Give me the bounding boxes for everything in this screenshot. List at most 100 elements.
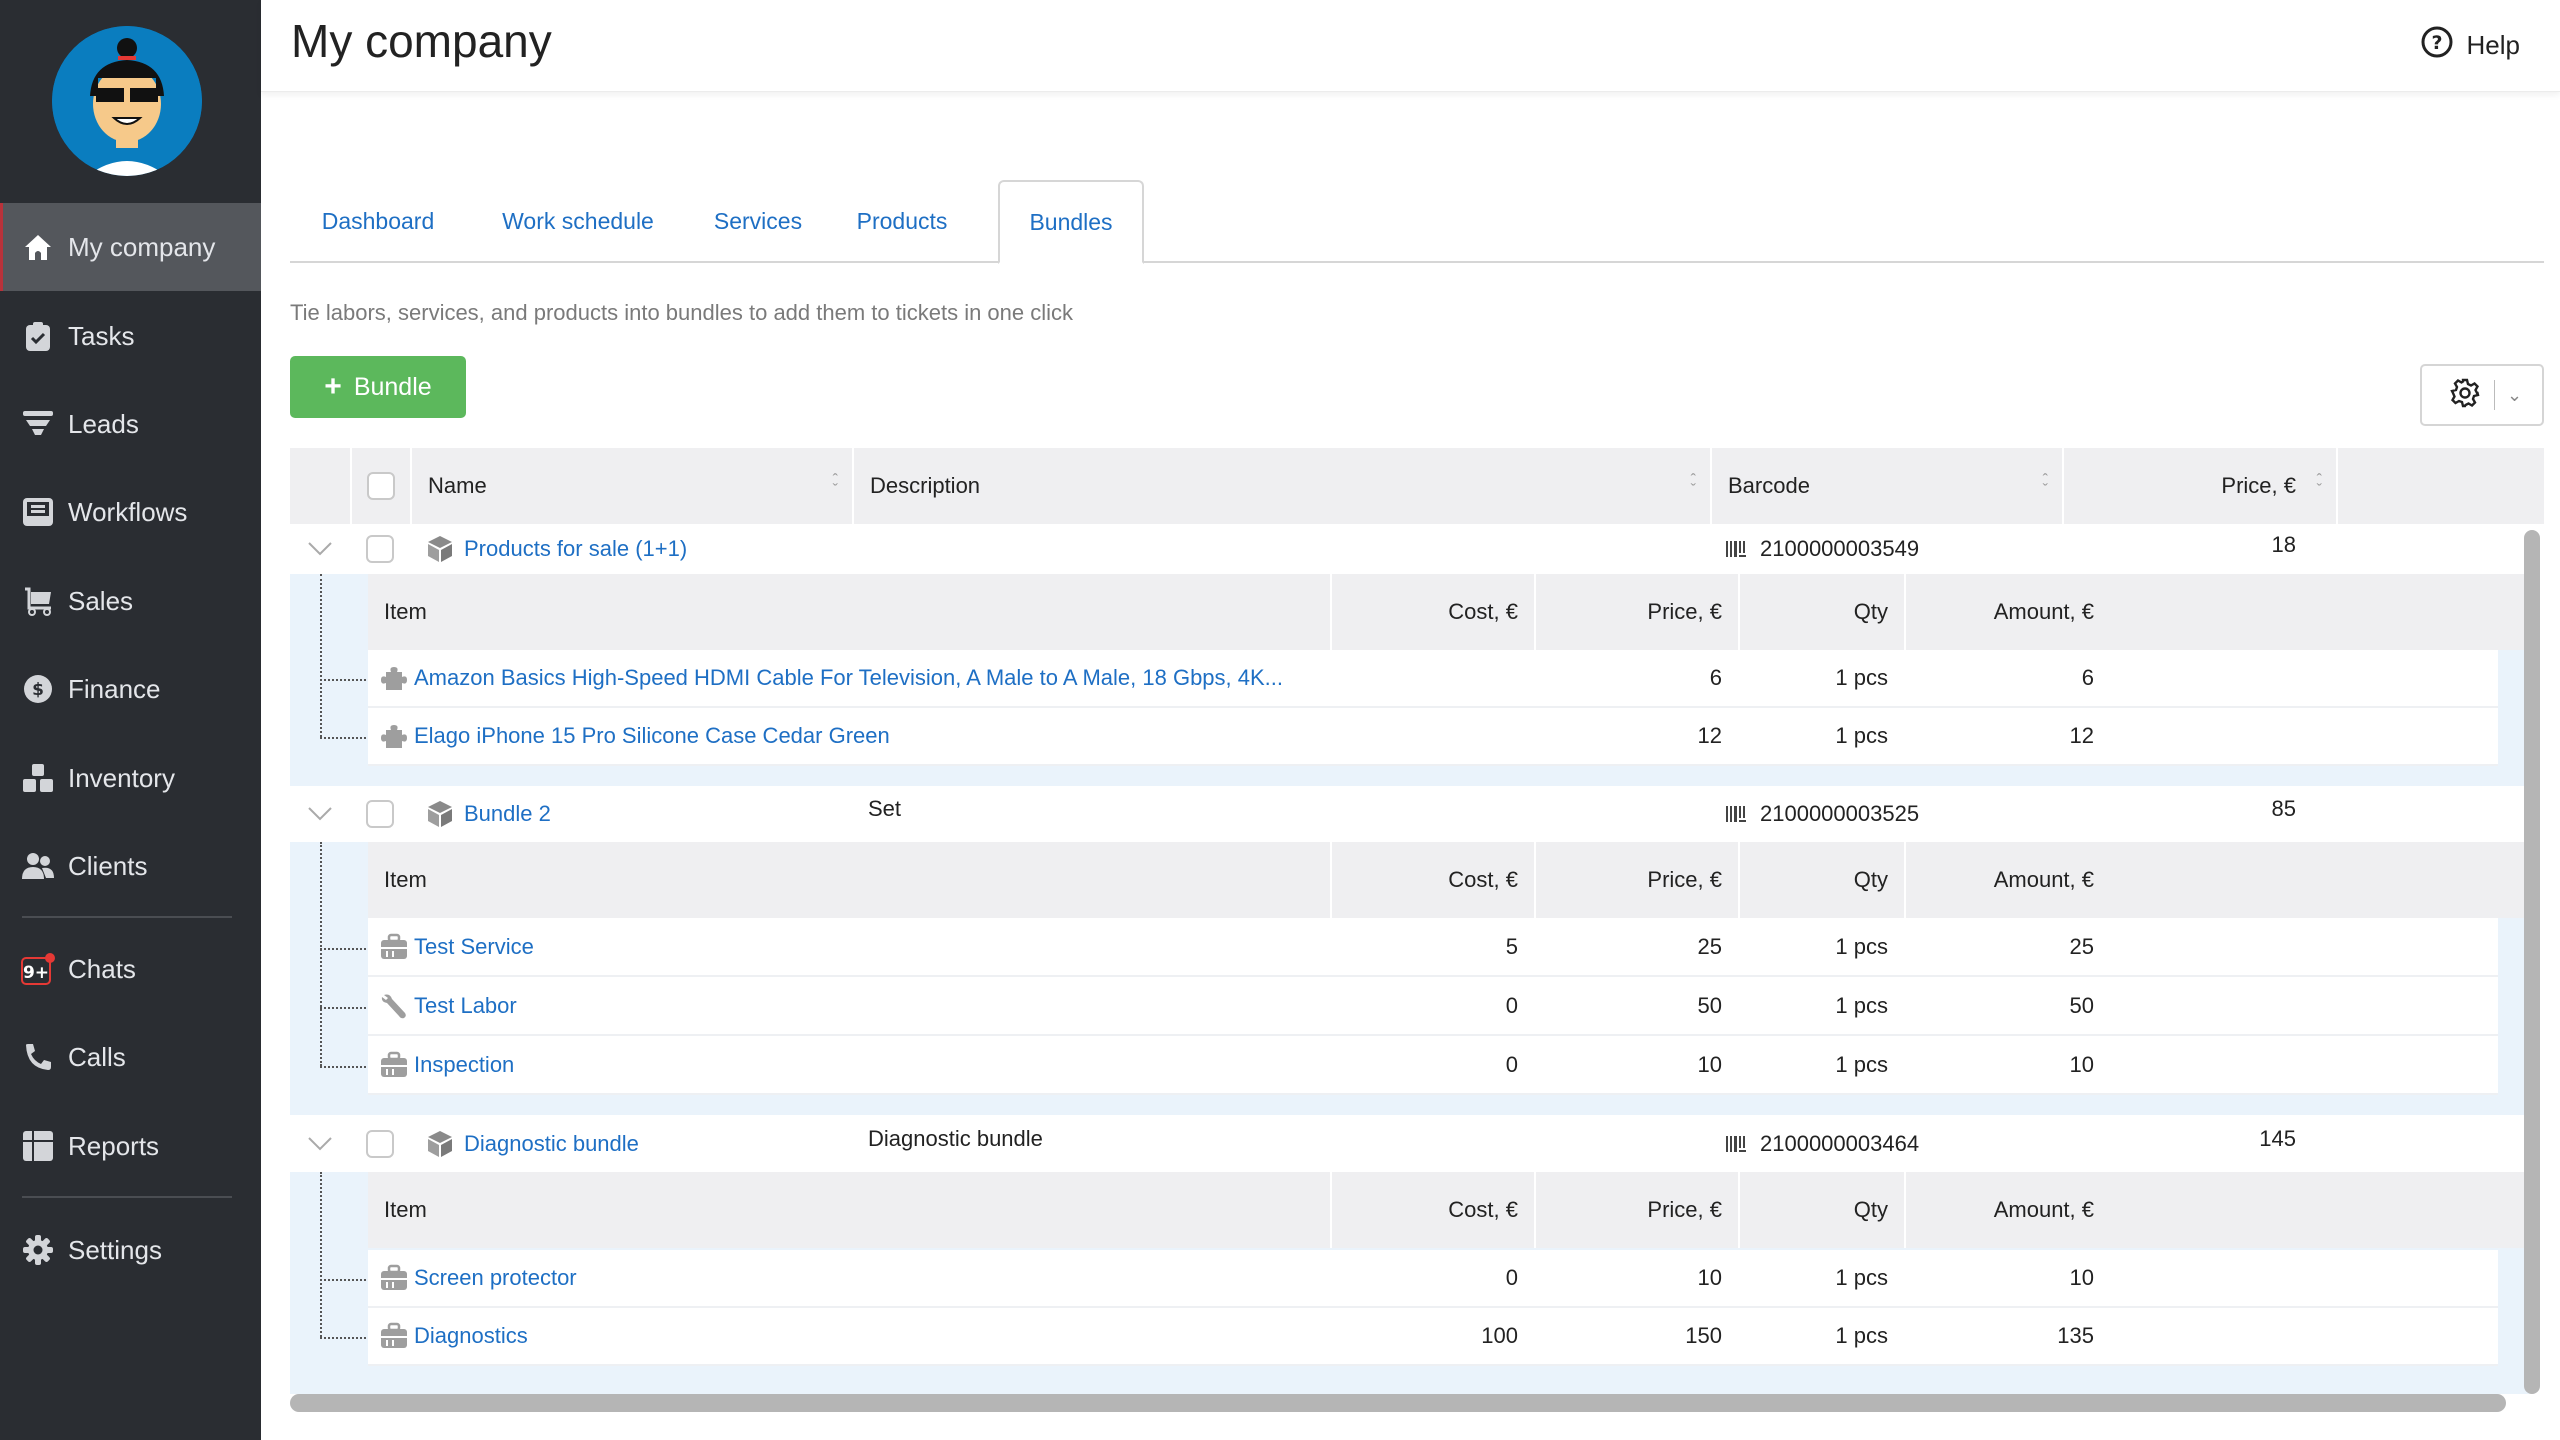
sidebar-item-finance[interactable]: $ Finance — [0, 645, 261, 733]
bundle-price: 145 — [2259, 1126, 2296, 1151]
sidebar-item-my-company[interactable]: My company — [0, 203, 261, 291]
sidebar-item-settings[interactable]: Settings — [0, 1206, 261, 1294]
sidebar-item-label: My company — [68, 231, 216, 262]
tree-connector — [320, 737, 366, 739]
tree-connector — [320, 1172, 322, 1337]
item-name-link[interactable]: Test Labor — [414, 993, 517, 1019]
expand-toggle[interactable] — [290, 524, 350, 574]
select-all-checkbox[interactable] — [367, 472, 395, 500]
sub-column-header-amount: Amount, € — [1904, 574, 2110, 650]
bundle-item-row[interactable]: Inspection 0 10 1 pcs 10 — [368, 1036, 2498, 1095]
tab-services[interactable]: Services — [690, 180, 826, 263]
phone-icon — [20, 1039, 56, 1075]
row-checkbox[interactable] — [366, 1130, 394, 1158]
expand-toggle[interactable] — [290, 786, 350, 842]
bundle-item-row[interactable]: Elago iPhone 15 Pro Silicone Case Cedar … — [368, 708, 2498, 766]
sidebar-item-tasks[interactable]: Tasks — [0, 292, 261, 380]
bundle-row[interactable]: Diagnostic bundle Diagnostic bundle 2100… — [290, 1116, 2544, 1172]
item-name-cell: Screen protector — [380, 1250, 1320, 1306]
bundle-item-row[interactable]: Screen protector 0 10 1 pcs 10 — [368, 1250, 2498, 1308]
page-header: My company ? Help — [261, 0, 2560, 92]
item-name-link[interactable]: Test Service — [414, 934, 534, 960]
item-name-link[interactable]: Amazon Basics High-Speed HDMI Cable For … — [414, 665, 1283, 691]
item-price: 6 — [1709, 665, 1722, 690]
bundle-item-row[interactable]: Amazon Basics High-Speed HDMI Cable For … — [368, 650, 2498, 708]
boxes-icon — [20, 760, 56, 796]
item-amount: 50 — [2069, 992, 2094, 1018]
sort-icon[interactable]: ˆˇ — [2317, 473, 2322, 499]
item-amount: 6 — [2081, 665, 2094, 690]
briefcase-icon — [380, 933, 408, 961]
sidebar: My company Tasks Leads Workflows Sales $… — [0, 0, 261, 1440]
expand-toggle[interactable] — [290, 1116, 350, 1172]
sidebar-item-inventory[interactable]: Inventory — [0, 734, 261, 822]
sidebar-item-workflows[interactable]: Workflows — [0, 468, 261, 556]
row-checkbox[interactable] — [366, 535, 394, 563]
bundle-barcode: 2100000003525 — [1760, 801, 1920, 826]
svg-text:$: $ — [32, 680, 44, 700]
bundle-items-panel: Item Cost, € Price, € Qty Amount, € Scre… — [290, 1172, 2530, 1394]
tab-dashboard[interactable]: Dashboard — [290, 180, 466, 263]
sidebar-item-sales[interactable]: Sales — [0, 557, 261, 645]
bundle-item-row[interactable]: Test Labor 0 50 1 pcs 50 — [368, 977, 2498, 1036]
item-amount: 10 — [2069, 1265, 2094, 1290]
item-name-link[interactable]: Elago iPhone 15 Pro Silicone Case Cedar … — [414, 723, 890, 749]
item-amount: 25 — [2069, 933, 2094, 959]
horizontal-scrollbar[interactable] — [290, 1394, 2506, 1412]
sort-icon[interactable]: ˆˇ — [2043, 473, 2048, 499]
add-bundle-button[interactable]: + Bundle — [290, 356, 466, 418]
item-name-link[interactable]: Diagnostics — [414, 1323, 528, 1349]
user-avatar[interactable] — [52, 26, 202, 176]
sub-column-header-amount: Amount, € — [1904, 842, 2110, 918]
bundle-description: Diagnostic bundle — [868, 1126, 1043, 1151]
bundle-row[interactable]: Products for sale (1+1) 2100000003549 18 — [290, 524, 2544, 574]
bundle-items-panel: Item Cost, € Price, € Qty Amount, € Amaz… — [290, 574, 2530, 786]
column-header-name[interactable]: Name ˆˇ — [410, 448, 852, 524]
select-all-cell — [350, 448, 410, 524]
item-qty: 1 pcs — [1835, 1265, 1888, 1290]
column-header-barcode[interactable]: Barcode ˆˇ — [1710, 448, 2062, 524]
tree-connector — [320, 1337, 366, 1339]
item-name-link[interactable]: Inspection — [414, 1052, 514, 1078]
sidebar-item-label: Inventory — [68, 762, 175, 793]
sidebar-item-calls[interactable]: Calls — [0, 1013, 261, 1101]
briefcase-icon — [380, 1264, 408, 1292]
tree-connector — [320, 842, 322, 1066]
sort-icon[interactable]: ˆˇ — [833, 473, 838, 499]
sidebar-item-chats[interactable]: 9+ Chats — [0, 925, 261, 1013]
puzzle-icon — [380, 664, 408, 692]
sort-icon[interactable]: ˆˇ — [1691, 473, 1696, 499]
row-checkbox[interactable] — [366, 800, 394, 828]
tab-products[interactable]: Products — [826, 180, 978, 263]
add-bundle-label: Bundle — [353, 372, 432, 401]
item-name-cell: Diagnostics — [380, 1308, 1320, 1364]
avatar-illustration-icon — [52, 26, 202, 176]
sidebar-item-reports[interactable]: Reports — [0, 1102, 261, 1190]
bundle-name-link[interactable]: Products for sale (1+1) — [464, 536, 687, 562]
sidebar-item-clients[interactable]: Clients — [0, 822, 261, 910]
bundle-item-row[interactable]: Test Service 5 25 1 pcs 25 — [368, 918, 2498, 977]
vertical-scrollbar[interactable] — [2524, 530, 2540, 1394]
tab-work-schedule[interactable]: Work schedule — [466, 180, 690, 263]
briefcase-icon — [380, 1322, 408, 1350]
tab-bundles[interactable]: Bundles — [998, 180, 1144, 264]
column-header-description[interactable]: Description ˆˇ — [852, 448, 1710, 524]
home-icon — [20, 229, 56, 265]
bundle-name-link[interactable]: Bundle 2 — [464, 801, 551, 827]
sidebar-item-leads[interactable]: Leads — [0, 380, 261, 468]
sub-column-header-price: Price, € — [1534, 842, 1738, 918]
table-settings-button[interactable]: ⌄ — [2420, 364, 2544, 426]
help-button[interactable]: ? Help — [2421, 26, 2520, 65]
chevron-down-icon[interactable]: ⌄ — [2507, 385, 2522, 406]
item-name-link[interactable]: Screen protector — [414, 1265, 577, 1291]
column-header-price[interactable]: Price, € ˆˇ — [2062, 448, 2336, 524]
bundle-item-row[interactable]: Diagnostics 100 150 1 pcs 135 — [368, 1308, 2498, 1366]
bundle-name-link[interactable]: Diagnostic bundle — [464, 1131, 639, 1157]
sub-column-header-price: Price, € — [1534, 574, 1738, 650]
items-table-header: Item Cost, € Price, € Qty Amount, € — [368, 1172, 2530, 1248]
bundle-row[interactable]: Bundle 2 Set 2100000003525 85 — [290, 786, 2544, 842]
chevron-down-icon — [308, 807, 332, 821]
chevron-down-icon — [308, 1137, 332, 1151]
sub-column-header-qty: Qty — [1738, 842, 1904, 918]
bundle-box-icon — [426, 800, 454, 828]
